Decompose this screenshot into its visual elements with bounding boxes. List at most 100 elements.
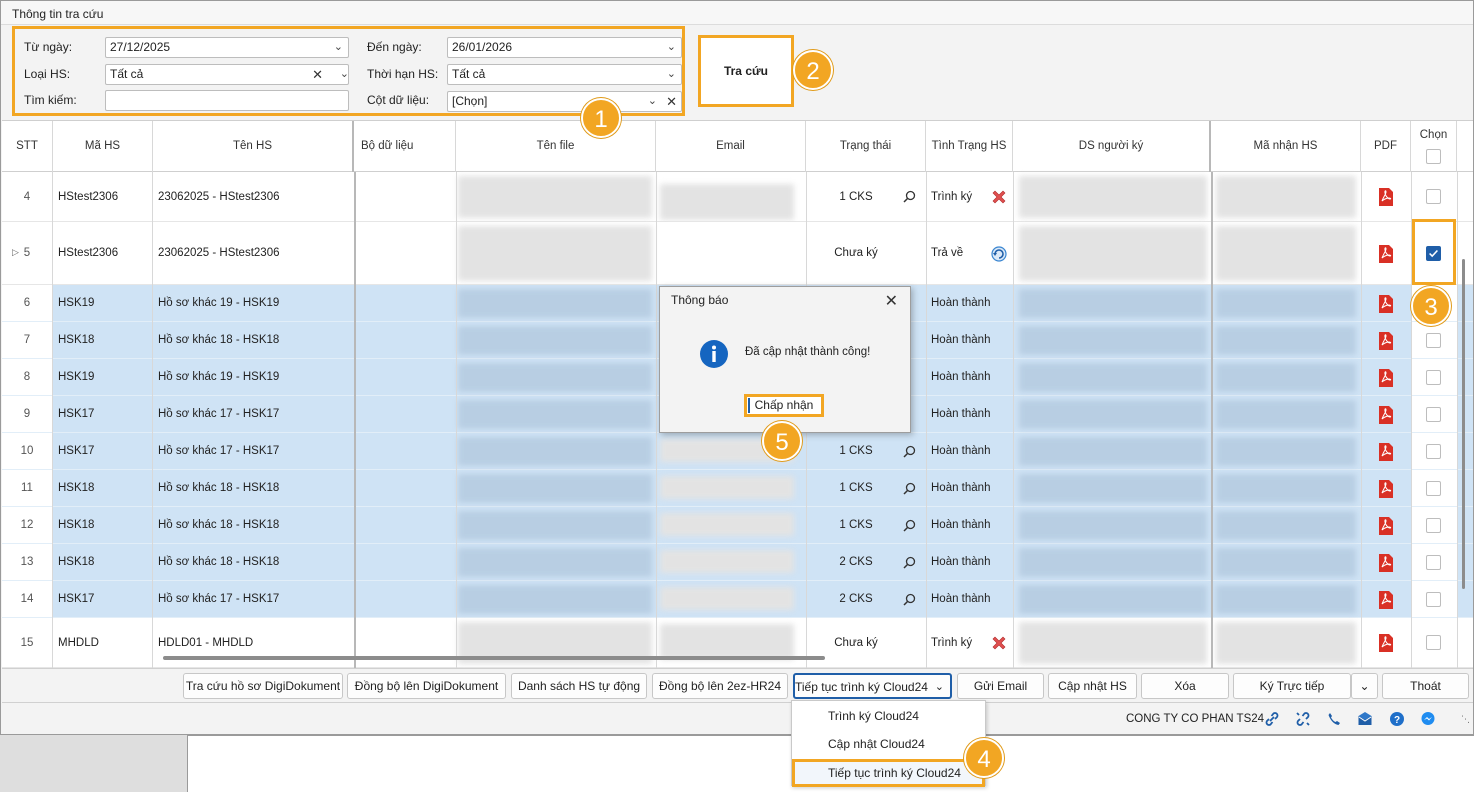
tiep-tuc-dropdown[interactable]: Tiếp tục trình ký Cloud24 ⌄ <box>793 673 952 699</box>
row-checkbox[interactable] <box>1426 554 1441 570</box>
chevron-down-icon[interactable]: ⌄ <box>1359 679 1369 693</box>
row-pointer-icon: ▷ <box>12 246 19 257</box>
search-icon[interactable] <box>903 519 916 532</box>
col-ma-nhan[interactable]: Mã nhận HS <box>1211 121 1361 172</box>
col-stt[interactable]: STT <box>2 121 53 172</box>
search-icon[interactable] <box>903 190 916 203</box>
clear-icon[interactable]: ✕ <box>312 65 323 84</box>
table-row[interactable]: 4 HStest2306 23062025 - HStest2306 1 CKS Trì… <box>2 172 1473 222</box>
chevron-down-icon[interactable]: ⌄ <box>935 675 944 699</box>
ky-truc-tiep-dropdown[interactable]: ⌄ <box>1351 673 1378 699</box>
col-ds-nguoi-ky[interactable]: DS người ký <box>1013 121 1211 172</box>
pdf-icon[interactable] <box>1378 188 1394 206</box>
dialog-title: Thông báo <box>671 293 729 307</box>
col-ma-hs[interactable]: Mã HS <box>53 121 153 172</box>
tra-cuu-digi-button[interactable]: Tra cứu hồ sơ DigiDokument <box>183 673 343 699</box>
chevron-down-icon[interactable]: ⌄ <box>667 38 676 57</box>
table-row[interactable]: 12 HSK18 Hồ sơ khác 18 - HSK18 1 CKS Hoàn th… <box>2 507 1473 544</box>
chevron-down-icon[interactable]: ⌄ <box>334 38 343 57</box>
pdf-icon[interactable] <box>1378 442 1394 461</box>
dong-bo-digi-button[interactable]: Đồng bộ lên DigiDokument <box>347 673 506 699</box>
search-input[interactable] <box>105 90 349 111</box>
col-chon[interactable]: Chọn <box>1411 121 1457 172</box>
menu-item-cap-nhat[interactable]: Cập nhật Cloud24 <box>792 730 985 758</box>
tiep-tuc-menu: Trình ký Cloud24 Cập nhật Cloud24 Tiếp t… <box>791 700 986 787</box>
search-icon[interactable] <box>903 556 916 569</box>
menu-item-trinh-ky[interactable]: Trình ký Cloud24 <box>792 702 985 730</box>
chevron-down-icon[interactable]: ⌄ <box>667 65 676 84</box>
cell-stt: 6 <box>23 297 31 309</box>
cell-tinh-trang: Hoàn thành <box>931 334 991 346</box>
ok-button[interactable]: Chấp nhận <box>744 394 824 417</box>
term-select[interactable]: Tất cả ⌄ <box>447 64 682 85</box>
thoat-button[interactable]: Thoát <box>1382 673 1469 699</box>
col-bo-du-lieu[interactable]: Bộ dữ liệu <box>354 121 456 172</box>
link-icon[interactable] <box>1264 711 1280 727</box>
row-checkbox[interactable] <box>1426 189 1441 204</box>
row-checkbox[interactable] <box>1426 591 1441 607</box>
xoa-button[interactable]: Xóa <box>1141 673 1229 699</box>
select-all-checkbox[interactable] <box>1426 149 1441 164</box>
cell-stt: 10 <box>20 445 34 457</box>
pdf-icon[interactable] <box>1378 634 1394 652</box>
messenger-icon[interactable] <box>1420 711 1436 727</box>
close-icon[interactable]: ✕ <box>885 291 898 311</box>
row-checkbox[interactable] <box>1426 517 1441 533</box>
menu-item-tiep-tuc[interactable]: Tiếp tục trình ký Cloud24 <box>792 759 985 787</box>
dong-bo-hr-button[interactable]: Đồng bộ lên 2ez-HR24 <box>652 673 788 699</box>
clear-icon[interactable]: ✕ <box>666 92 677 111</box>
to-date-field[interactable]: 26/01/2026 ⌄ <box>447 37 682 58</box>
pdf-icon[interactable] <box>1378 516 1394 535</box>
search-icon[interactable] <box>903 482 916 495</box>
cell-ten-hs: Hồ sơ khác 17 - HSK17 <box>158 408 280 420</box>
pdf-icon[interactable] <box>1378 479 1394 498</box>
pdf-icon[interactable] <box>1378 244 1394 263</box>
chevron-down-icon[interactable]: ⌄ <box>648 92 657 111</box>
ds-tu-dong-button[interactable]: Danh sách HS tự động <box>511 673 647 699</box>
col-tinh-trang[interactable]: Tình Trạng HS <box>926 121 1013 172</box>
pdf-icon[interactable] <box>1378 405 1394 424</box>
row-checkbox[interactable] <box>1426 406 1441 422</box>
row-checkbox[interactable] <box>1426 245 1441 261</box>
type-select[interactable]: Tất cả ✕ ⌄ <box>105 64 349 85</box>
table-row[interactable]: 10 HSK17 Hồ sơ khác 17 - HSK17 1 CKS Hoàn th… <box>2 433 1473 470</box>
table-row[interactable]: 5 ▷ HStest2306 23062025 - HStest2306 Chưa ký… <box>2 219 1473 285</box>
row-checkbox[interactable] <box>1426 369 1441 385</box>
gui-email-button[interactable]: Gửi Email <box>957 673 1044 699</box>
row-checkbox[interactable] <box>1426 480 1441 496</box>
help-icon[interactable]: ? <box>1389 711 1405 727</box>
pdf-icon[interactable] <box>1378 294 1394 313</box>
phone-icon[interactable] <box>1326 711 1342 727</box>
pdf-icon[interactable] <box>1378 553 1394 572</box>
pdf-icon[interactable] <box>1378 368 1394 387</box>
row-checkbox[interactable] <box>1426 332 1441 348</box>
unlink-icon[interactable] <box>1295 711 1311 727</box>
row-checkbox[interactable] <box>1426 443 1441 459</box>
col-pdf[interactable]: PDF <box>1361 121 1411 172</box>
cap-nhat-button[interactable]: Cập nhật HS <box>1048 673 1137 699</box>
column-divider <box>656 172 657 668</box>
table-row[interactable]: 15 MHDLD HDLD01 - MHDLD Chưa ký Trình ký <box>2 618 1473 668</box>
pdf-icon[interactable] <box>1378 331 1394 350</box>
vertical-scrollbar[interactable] <box>1462 259 1465 589</box>
col-ten-hs[interactable]: Tên HS <box>153 121 354 172</box>
table-row[interactable]: 14 HSK17 Hồ sơ khác 17 - HSK17 2 CKS Hoàn th… <box>2 581 1473 618</box>
search-button[interactable]: Tra cứu <box>698 35 794 107</box>
mail-icon[interactable] <box>1357 711 1373 727</box>
resize-grip-icon[interactable]: ⋱ <box>1461 714 1470 725</box>
horizontal-scrollbar[interactable] <box>163 656 825 660</box>
search-icon[interactable] <box>903 593 916 606</box>
cell-ten-hs: Hồ sơ khác 19 - HSK19 <box>158 371 280 383</box>
table-row[interactable]: 13 HSK18 Hồ sơ khác 18 - HSK18 2 CKS Hoàn th… <box>2 544 1473 581</box>
row-checkbox[interactable] <box>1426 635 1441 650</box>
ky-truc-tiep-button[interactable]: Ký Trực tiếp <box>1233 673 1351 699</box>
col-ten-file[interactable]: Tên file <box>456 121 656 172</box>
table-row[interactable]: 11 HSK18 Hồ sơ khác 18 - HSK18 1 CKS Hoàn th… <box>2 470 1473 507</box>
pdf-icon[interactable] <box>1378 590 1394 609</box>
from-date-field[interactable]: 27/12/2025 ⌄ <box>105 37 349 58</box>
col-trang-thai[interactable]: Trạng thái <box>806 121 926 172</box>
chevron-down-icon[interactable]: ⌄ <box>340 65 349 84</box>
search-icon[interactable] <box>903 445 916 458</box>
column-select[interactable]: [Chọn] ✕ ⌄ <box>447 91 682 112</box>
col-email[interactable]: Email <box>656 121 806 172</box>
